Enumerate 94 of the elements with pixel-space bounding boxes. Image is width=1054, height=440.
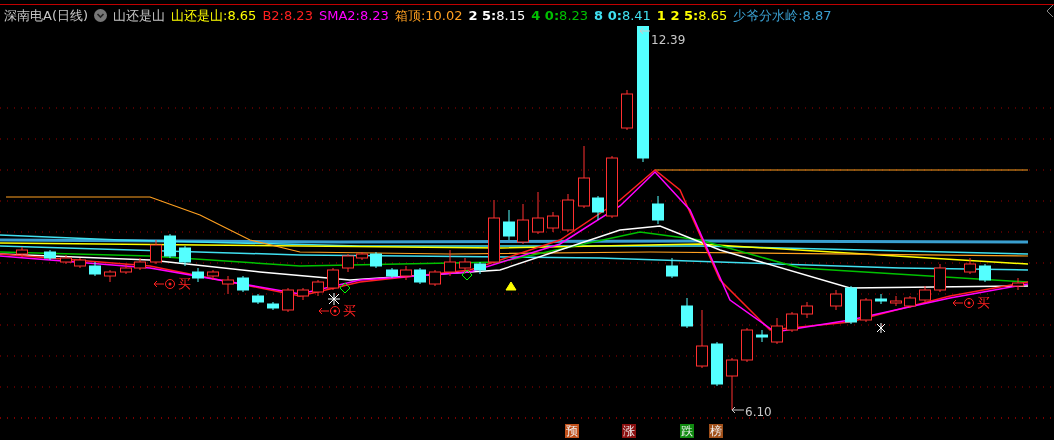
legend-item: B2:8.23 bbox=[262, 8, 313, 23]
leader-line bbox=[731, 406, 745, 414]
candlestick bbox=[104, 269, 116, 283]
candlestick bbox=[252, 293, 264, 305]
candlestick bbox=[904, 295, 916, 309]
star-signal-icon bbox=[876, 322, 886, 334]
candlestick bbox=[150, 239, 162, 265]
candlestick bbox=[356, 251, 368, 261]
candlestick bbox=[919, 285, 931, 303]
candlestick bbox=[192, 267, 204, 283]
legend-item: 4 0:8.23 bbox=[531, 8, 589, 23]
candlestick bbox=[16, 246, 28, 258]
legend-item: 8 0:8.41 bbox=[594, 8, 651, 23]
legend-item: SMA2:8.23 bbox=[318, 8, 389, 23]
candlestick bbox=[666, 257, 678, 279]
candlestick bbox=[786, 311, 798, 333]
signal-tag: 榜 bbox=[709, 424, 723, 438]
buy-signal: 买 bbox=[178, 277, 191, 291]
candlestick bbox=[74, 257, 86, 269]
candlestick bbox=[801, 301, 813, 319]
candlestick bbox=[370, 251, 382, 269]
candlestick bbox=[400, 265, 412, 281]
candlestick bbox=[120, 263, 132, 275]
candlestick bbox=[414, 267, 426, 285]
candlestick bbox=[726, 357, 738, 411]
candlestick bbox=[1012, 277, 1024, 291]
candlestick bbox=[711, 341, 723, 387]
candlestick bbox=[771, 317, 783, 345]
candlestick bbox=[964, 257, 976, 275]
candlestick bbox=[429, 269, 441, 287]
candlestick bbox=[89, 261, 101, 277]
candlestick bbox=[267, 301, 279, 311]
candlestick bbox=[979, 263, 991, 283]
candlestick bbox=[830, 289, 842, 311]
candlestick bbox=[652, 195, 664, 225]
candlestick bbox=[606, 155, 618, 219]
candlestick bbox=[592, 195, 604, 221]
signal-tag: 涨 bbox=[622, 424, 636, 438]
candlestick bbox=[890, 295, 902, 307]
candlestick bbox=[44, 249, 56, 261]
candlestick bbox=[179, 245, 191, 267]
legend-item: 少爷分水岭:8.87 bbox=[733, 6, 832, 25]
candlestick bbox=[222, 275, 234, 295]
signal-tag: 跌 bbox=[680, 424, 694, 438]
candlestick bbox=[681, 297, 693, 329]
buy-signal: 买 bbox=[977, 296, 990, 310]
candlestick bbox=[459, 257, 471, 273]
diamond-signal-icon bbox=[339, 282, 351, 294]
window-title: 深南电A(日线) bbox=[4, 6, 89, 25]
candlestick bbox=[327, 267, 339, 291]
candlestick bbox=[60, 254, 72, 265]
legend-item: 2 5:8.15 bbox=[468, 8, 526, 23]
candlestick bbox=[578, 145, 590, 209]
candlestick bbox=[562, 193, 574, 233]
legend-item: 山还是山:8.65 bbox=[171, 6, 257, 25]
warning-signal-icon bbox=[505, 281, 517, 291]
candlestick bbox=[741, 327, 753, 363]
candlestick bbox=[444, 249, 456, 277]
price-label: 6.10 bbox=[745, 405, 772, 419]
candlestick bbox=[237, 275, 249, 293]
candlestick bbox=[134, 257, 146, 271]
candlestick bbox=[547, 211, 559, 233]
candlestick bbox=[386, 267, 398, 279]
candlestick bbox=[756, 329, 768, 343]
candlestick bbox=[517, 203, 529, 245]
indicator-name: 山还是山 bbox=[113, 6, 166, 25]
candlestick bbox=[474, 261, 486, 275]
buy-signal: 买 bbox=[343, 304, 356, 318]
candlestick bbox=[297, 287, 309, 301]
candlestick bbox=[532, 191, 544, 235]
leader-line bbox=[639, 27, 651, 35]
candlestick bbox=[342, 253, 354, 273]
candlestick bbox=[845, 285, 857, 325]
candlestick bbox=[207, 269, 219, 281]
legend-item: 1 2 5:8.65 bbox=[656, 8, 728, 23]
diamond-signal-icon bbox=[461, 269, 473, 281]
candlestick bbox=[696, 309, 708, 369]
target-arrow-icon bbox=[153, 279, 175, 289]
candlestick bbox=[621, 89, 633, 131]
candlestick bbox=[875, 293, 887, 305]
price-label: 12.39 bbox=[651, 33, 686, 47]
dropdown-icon[interactable] bbox=[94, 9, 108, 22]
target-arrow-icon bbox=[952, 298, 974, 308]
signal-tag: 预 bbox=[565, 424, 579, 438]
candlestick bbox=[488, 199, 500, 265]
candlestick bbox=[503, 209, 515, 241]
candlestick bbox=[282, 287, 294, 313]
candlestick bbox=[860, 297, 872, 323]
legend-item: 箱顶:10.02 bbox=[394, 6, 463, 25]
candlestick bbox=[934, 263, 946, 293]
star-signal-icon bbox=[327, 292, 341, 306]
candlestick bbox=[312, 279, 324, 297]
candlestick bbox=[164, 233, 176, 259]
target-arrow-icon bbox=[318, 306, 340, 316]
